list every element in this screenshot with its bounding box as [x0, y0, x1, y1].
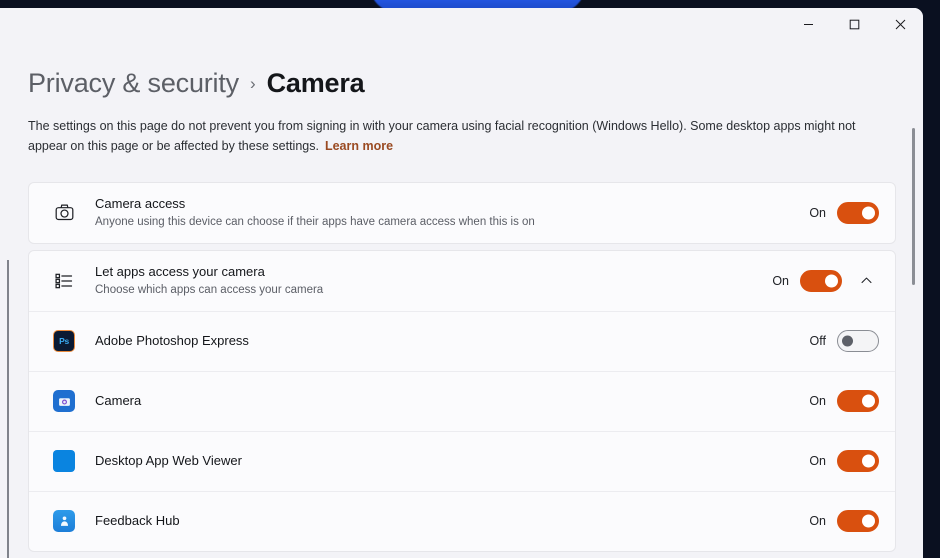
app-permission-list: Ps Adobe Photoshop Express Off Camera On Desk…	[29, 310, 895, 551]
app-name: Desktop App Web Viewer	[95, 453, 242, 469]
let-apps-access-camera-row[interactable]: Let apps access your camera Choose which…	[29, 251, 895, 311]
app-toggle[interactable]	[837, 450, 879, 472]
app-toggle[interactable]	[837, 510, 879, 532]
app-tile	[53, 510, 75, 532]
breadcrumb-separator-icon: ›	[249, 74, 256, 93]
let-apps-subtitle: Choose which apps can access your camera	[95, 284, 324, 297]
app-permission-control: On	[806, 390, 879, 412]
toggle-knob	[862, 514, 875, 528]
learn-more-link[interactable]: Learn more	[325, 139, 393, 153]
app-name: Camera	[95, 393, 142, 409]
photoshop-express-icon: Ps	[47, 330, 81, 352]
app-permission-control: On	[806, 450, 879, 472]
toggle-knob	[862, 394, 875, 408]
app-permission-control: On	[806, 510, 879, 532]
app-permission-row[interactable]: Ps Adobe Photoshop Express Off	[29, 310, 895, 371]
app-permission-row[interactable]: Camera On	[29, 370, 895, 431]
breadcrumb-parent-link[interactable]: Privacy & security	[28, 68, 239, 99]
scrollbar-thumb[interactable]	[912, 128, 915, 285]
settings-window: Privacy & security › Camera The settings…	[0, 8, 923, 558]
app-permission-row[interactable]: Feedback Hub On	[29, 490, 895, 551]
let-apps-state-label: On	[772, 273, 789, 288]
scrollbar[interactable]	[908, 60, 920, 554]
app-name-wrap: Feedback Hub	[81, 512, 806, 530]
let-apps-toggle[interactable]	[800, 269, 842, 292]
camera-access-state-label: On	[809, 205, 826, 220]
app-name: Adobe Photoshop Express	[95, 333, 249, 349]
toggle-knob	[862, 454, 875, 468]
minimize-button[interactable]	[785, 8, 831, 40]
app-permission-row[interactable]: Desktop App Web Viewer On	[29, 430, 895, 491]
feedback-hub-icon	[47, 510, 81, 532]
camera-access-row[interactable]: Camera access Anyone using this device c…	[29, 183, 895, 243]
content-surface: Privacy & security › Camera The settings…	[9, 8, 923, 558]
maximize-button[interactable]	[831, 8, 877, 40]
page-description: The settings on this page do not prevent…	[28, 116, 896, 157]
camera-access-toggle[interactable]	[837, 201, 879, 224]
toggle-knob	[825, 274, 838, 287]
page-body: Privacy & security › Camera The settings…	[9, 52, 923, 558]
camera-app-icon	[47, 390, 81, 412]
app-toggle-state-label: On	[809, 514, 826, 528]
app-toggle[interactable]	[837, 330, 879, 352]
app-name: Feedback Hub	[95, 513, 180, 529]
list-icon	[47, 271, 81, 291]
camera-access-subtitle: Anyone using this device can choose if t…	[95, 216, 535, 229]
camera-access-card: Camera access Anyone using this device c…	[28, 181, 896, 244]
app-toggle[interactable]	[837, 390, 879, 412]
app-tile	[53, 450, 75, 472]
page-title: Camera	[266, 68, 365, 98]
app-toggle-state-label: On	[809, 394, 826, 408]
app-tile	[53, 390, 75, 412]
let-apps-control: On	[769, 268, 879, 294]
app-tile: Ps	[53, 330, 75, 352]
chevron-up-icon[interactable]	[853, 268, 879, 294]
title-bar	[9, 8, 923, 52]
toggle-knob	[862, 206, 875, 219]
close-button[interactable]	[877, 8, 923, 40]
app-toggle-state-label: On	[809, 454, 826, 468]
camera-access-text: Camera access Anyone using this device c…	[81, 195, 806, 231]
page-description-text: The settings on this page do not prevent…	[28, 119, 856, 154]
app-name-wrap: Desktop App Web Viewer	[81, 452, 806, 470]
app-name-wrap: Camera	[81, 392, 806, 410]
app-permission-control: Off	[806, 330, 879, 352]
let-apps-text: Let apps access your camera Choose which…	[81, 263, 769, 299]
app-name-wrap: Adobe Photoshop Express	[81, 332, 806, 350]
app-toggle-state-label: Off	[809, 334, 826, 348]
camera-icon	[47, 202, 81, 223]
camera-access-control: On	[806, 201, 879, 224]
let-apps-access-camera-card: Let apps access your camera Choose which…	[28, 249, 896, 552]
camera-access-title: Camera access	[95, 195, 186, 211]
toggle-knob	[842, 335, 853, 347]
settings-cards: Camera access Anyone using this device c…	[28, 181, 896, 552]
breadcrumb: Privacy & security › Camera	[9, 52, 923, 98]
desktop-app-web-viewer-icon	[47, 450, 81, 472]
let-apps-title: Let apps access your camera	[95, 263, 265, 279]
